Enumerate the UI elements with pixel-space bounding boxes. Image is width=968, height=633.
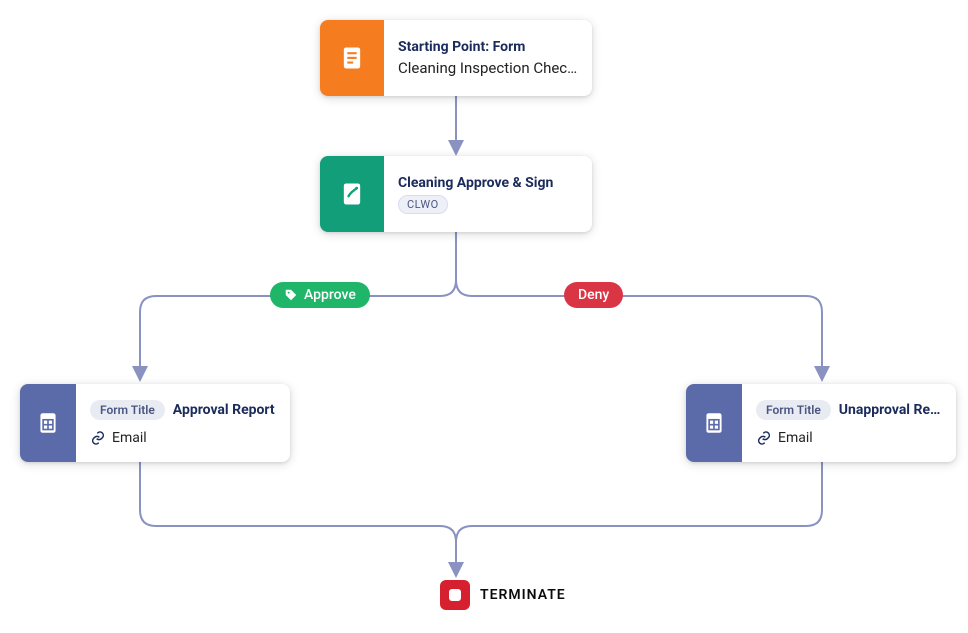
start-subtitle: Cleaning Inspection Chec… xyxy=(398,59,577,77)
form-title-chip: Form Title xyxy=(90,400,165,420)
node-approve-sign[interactable]: Cleaning Approve & Sign CLWO xyxy=(320,156,592,232)
approve-sign-title: Cleaning Approve & Sign xyxy=(398,175,553,191)
link-icon xyxy=(756,430,772,446)
tag-icon xyxy=(284,288,298,302)
report-icon xyxy=(686,384,742,462)
branch-deny-pill: Deny xyxy=(564,282,623,308)
report-icon xyxy=(20,384,76,462)
link-icon xyxy=(90,430,106,446)
start-title: Starting Point: Form xyxy=(398,39,577,55)
deny-label: Deny xyxy=(578,287,609,303)
node-unapproval-report[interactable]: Form Title Unapproval Re… Email xyxy=(686,384,956,462)
node-approval-report[interactable]: Form Title Approval Report Email xyxy=(20,384,290,462)
approve-sign-tag: CLWO xyxy=(398,195,448,214)
unapproval-report-name: Unapproval Re… xyxy=(839,402,941,418)
unapproval-report-channel: Email xyxy=(778,430,813,446)
approval-report-channel: Email xyxy=(112,430,147,446)
approval-report-name: Approval Report xyxy=(173,402,275,418)
node-start-form[interactable]: Starting Point: Form Cleaning Inspection… xyxy=(320,20,592,96)
form-title-chip: Form Title xyxy=(756,400,831,420)
stop-icon xyxy=(440,580,470,610)
sign-icon xyxy=(320,156,384,232)
approve-label: Approve xyxy=(304,287,356,303)
terminate-node: TERMINATE xyxy=(440,580,566,610)
branch-approve-pill: Approve xyxy=(270,282,370,308)
form-icon xyxy=(320,20,384,96)
terminate-label: TERMINATE xyxy=(480,587,566,603)
